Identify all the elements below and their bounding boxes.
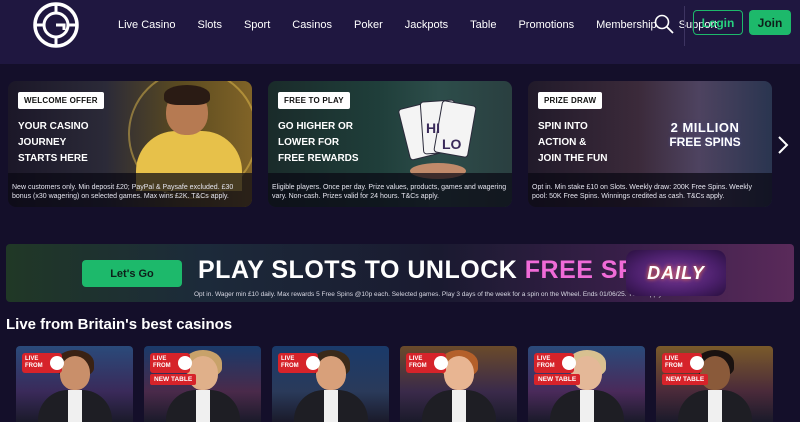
nav-promotions[interactable]: Promotions — [518, 19, 574, 31]
casino-logo-icon — [178, 356, 192, 370]
nav-table[interactable]: Table — [470, 19, 496, 31]
casino-logo-icon — [562, 356, 576, 370]
live-table-tile[interactable]: LIVE FROM — [400, 346, 517, 422]
dealer-shirt — [580, 390, 594, 422]
nav-slots[interactable]: Slots — [197, 19, 221, 31]
live-table-tile[interactable]: LIVE FROM — [16, 346, 133, 422]
promo-badge: PRIZE DRAW — [538, 92, 603, 109]
live-from-text: LIVE FROM — [25, 356, 43, 369]
login-button[interactable]: Login — [693, 10, 743, 35]
live-from-text: LIVE FROM — [665, 356, 683, 369]
live-table-tile[interactable]: LIVE FROM NEW TABLE — [656, 346, 773, 422]
logo-g-icon[interactable] — [33, 2, 79, 48]
join-button[interactable]: Join — [749, 10, 791, 35]
dealer-head — [444, 356, 474, 390]
live-from-badge: LIVE FROM — [406, 353, 448, 373]
daily-badge-text: DAILY — [647, 262, 705, 283]
search-icon[interactable] — [654, 14, 674, 34]
header-divider — [684, 6, 685, 46]
live-table-tile[interactable]: LIVE FROM — [272, 346, 389, 422]
live-from-text: LIVE FROM — [537, 356, 555, 369]
live-from-badge: LIVE FROM — [22, 353, 64, 373]
chevron-right-icon[interactable] — [776, 135, 790, 155]
live-from-badge: LIVE FROM — [278, 353, 320, 373]
new-table-badge: NEW TABLE — [150, 374, 197, 385]
promo-badge: FREE TO PLAY — [278, 92, 350, 109]
promo-person-hair — [164, 85, 210, 105]
nav-sport[interactable]: Sport — [244, 19, 270, 31]
casino-logo-icon — [50, 356, 64, 370]
promo-title: SPIN INTO ACTION & JOIN THE FUN — [538, 121, 608, 164]
new-table-badge: NEW TABLE — [534, 374, 581, 385]
casino-logo-icon — [690, 356, 704, 370]
promo-badge: WELCOME OFFER — [18, 92, 104, 109]
promo-card-free-to-play[interactable]: HI LO FREE TO PLAY GO HIGHER OR LOWER FO… — [268, 81, 512, 207]
casino-logo-icon — [434, 356, 448, 370]
live-from-text: LIVE FROM — [409, 356, 427, 369]
free-spins-coin: 2 MILLION FREE SPINS — [650, 111, 760, 157]
banner-headline-part1: PLAY SLOTS TO — [198, 256, 408, 284]
live-table-tile[interactable]: LIVE FROM NEW TABLE — [144, 346, 261, 422]
dealer-head — [316, 356, 346, 390]
playing-cards-image: HI LO — [398, 99, 477, 179]
live-section-title: Live from Britain's best casinos — [6, 316, 233, 333]
nav-casinos[interactable]: Casinos — [292, 19, 332, 31]
dealer-head — [60, 356, 90, 390]
live-from-badge: LIVE FROM — [150, 353, 192, 373]
live-from-text: LIVE FROM — [153, 356, 171, 369]
promo-terms: New customers only. Min deposit £20; Pay… — [12, 184, 234, 200]
live-from-badge: LIVE FROM — [534, 353, 576, 373]
live-from-text: LIVE FROM — [281, 356, 299, 369]
daily-wheel-badge: DAILY — [626, 250, 726, 296]
free-spins-graphic: 2 MILLION FREE SPINS — [650, 111, 760, 171]
free-spins-line2: FREE SPINS — [669, 134, 741, 149]
svg-text:HI: HI — [426, 120, 440, 136]
lets-go-button[interactable]: Let's Go — [82, 260, 182, 287]
promo-title: GO HIGHER OR LOWER FOR FREE REWARDS — [278, 121, 359, 164]
dealer-shirt — [196, 390, 210, 422]
promo-card-welcome-offer[interactable]: WELCOME OFFER YOUR CASINO JOURNEY STARTS… — [8, 81, 252, 207]
dealer-shirt — [68, 390, 82, 422]
new-table-badge: NEW TABLE — [662, 374, 709, 385]
dealer-shirt — [452, 390, 466, 422]
site-header: Live Casino Slots Sport Casinos Poker Ja… — [0, 0, 800, 64]
promo-terms: Opt in. Min stake £10 on Slots. Weekly d… — [532, 184, 752, 200]
nav-poker[interactable]: Poker — [354, 19, 383, 31]
nav-jackpots[interactable]: Jackpots — [405, 19, 448, 31]
free-spins-line1: 2 MILLION — [670, 119, 740, 135]
daily-free-spins-banner[interactable]: Let's Go PLAY SLOTS TO UNLOCK FREE SPINS… — [6, 244, 794, 302]
promo-card-prize-draw[interactable]: 2 MILLION FREE SPINS PRIZE DRAW SPIN INT… — [528, 81, 772, 207]
nav-live-casino[interactable]: Live Casino — [118, 19, 175, 31]
promo-terms: Eligible players. Once per day. Prize va… — [272, 184, 507, 200]
banner-headline-part2: UNLOCK — [407, 256, 525, 284]
live-from-badge: LIVE FROM — [662, 353, 704, 373]
dealer-shirt — [324, 390, 338, 422]
dealer-shirt — [708, 390, 722, 422]
main-nav: Live Casino Slots Sport Casinos Poker Ja… — [118, 0, 739, 50]
promo-title: YOUR CASINO JOURNEY STARTS HERE — [18, 121, 89, 164]
casino-logo-icon — [306, 356, 320, 370]
banner-terms: Opt in. Wager min £10 daily. Max rewards… — [194, 291, 664, 298]
live-table-tile[interactable]: LIVE FROM NEW TABLE — [528, 346, 645, 422]
banner-headline: PLAY SLOTS TO UNLOCK FREE SPINS — [198, 256, 678, 285]
nav-membership[interactable]: Membership — [596, 19, 657, 31]
svg-text:LO: LO — [442, 136, 462, 152]
